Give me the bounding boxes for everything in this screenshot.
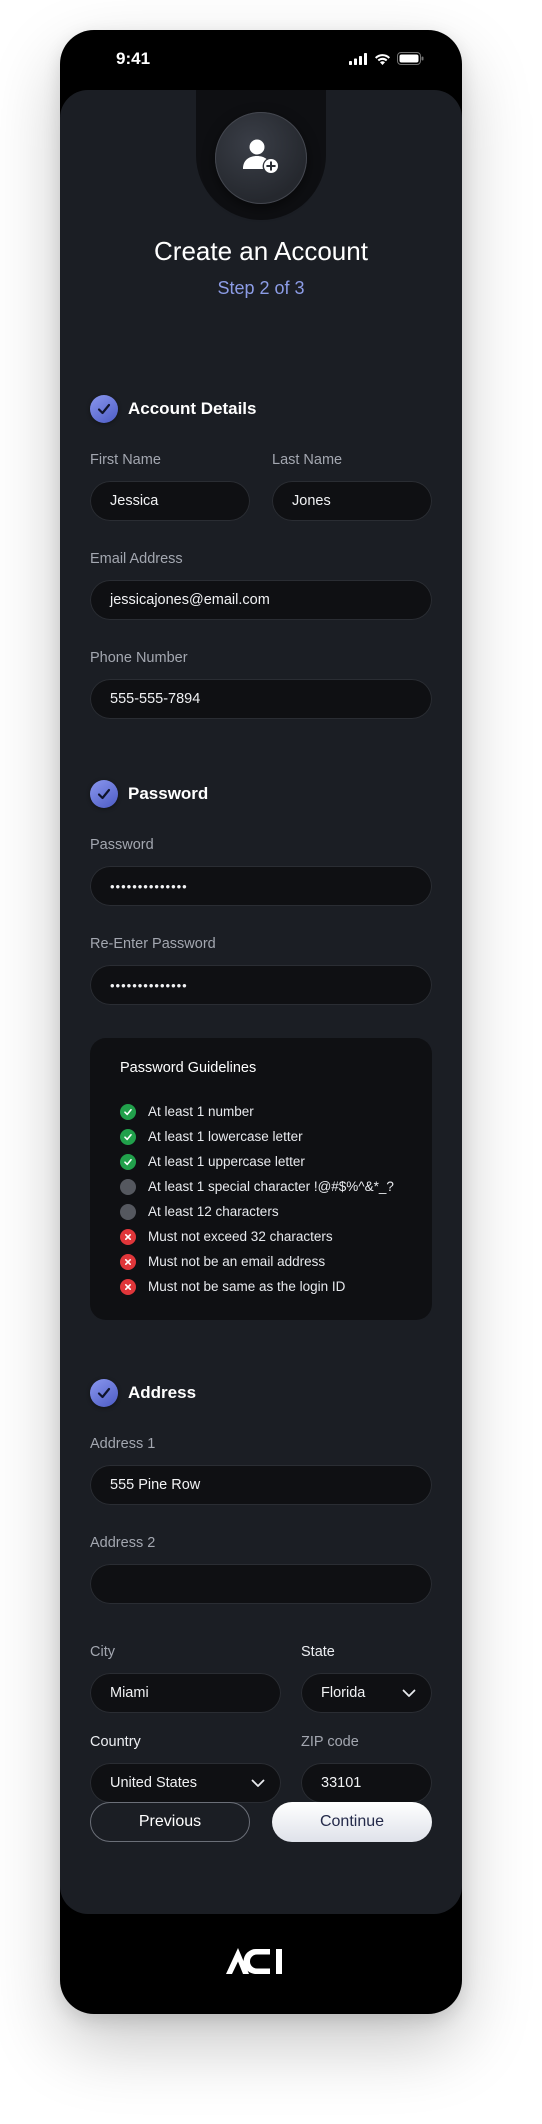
phone-input[interactable]: 555-555-7894: [90, 679, 432, 719]
guideline-item: At least 1 special character !@#$%^&*_?: [120, 1174, 394, 1199]
address2-input[interactable]: [90, 1564, 432, 1604]
address1-value: 555 Pine Row: [110, 1477, 201, 1493]
last-name-input[interactable]: Jones: [272, 481, 432, 521]
x-icon: [120, 1228, 136, 1245]
check-circle-icon: [90, 780, 118, 808]
city-input[interactable]: Miami: [90, 1673, 281, 1713]
status-time: 9:41: [116, 49, 151, 68]
email-input[interactable]: jessicajones@email.com: [90, 580, 432, 620]
phone-frame: 9:41 Create an Account Step 2 of 3 Accou…: [60, 30, 462, 2014]
section-account-details: Account Details: [90, 395, 256, 423]
check-icon: [120, 1153, 136, 1170]
guideline-text: At least 1 special character !@#$%^&*_?: [148, 1179, 394, 1194]
section-title-address: Address: [128, 1383, 197, 1402]
check-icon: [120, 1103, 136, 1120]
guideline-item: At least 1 number: [120, 1099, 394, 1124]
zip-label: ZIP code: [301, 1734, 359, 1750]
guideline-text: Must not be an email address: [148, 1254, 326, 1269]
country-select[interactable]: United States: [90, 1763, 281, 1803]
password-guidelines: Password Guidelines At least 1 number At …: [90, 1038, 432, 1320]
guideline-item: Must not exceed 32 characters: [120, 1224, 394, 1249]
password-input[interactable]: ••••••••••••••: [90, 866, 432, 906]
x-icon: [120, 1278, 136, 1295]
guideline-text: Must not be same as the login ID: [148, 1279, 346, 1294]
guideline-text: At least 12 characters: [148, 1204, 279, 1219]
email-label: Email Address: [90, 551, 183, 567]
section-address: Address: [90, 1379, 196, 1407]
zip-value: 33101: [321, 1775, 362, 1791]
reenter-password-label: Re-Enter Password: [90, 936, 216, 952]
guideline-text: At least 1 uppercase letter: [148, 1154, 305, 1169]
phone-label: Phone Number: [90, 650, 188, 666]
last-name-label: Last Name: [272, 452, 343, 468]
step-indicator: Step 2 of 3: [217, 278, 305, 298]
check-circle-icon: [90, 395, 118, 423]
guideline-item: At least 1 lowercase letter: [120, 1124, 394, 1149]
email-value: jessicajones@email.com: [110, 592, 270, 608]
pending-dot-icon: [120, 1178, 136, 1195]
guidelines-list: At least 1 number At least 1 lowercase le…: [120, 1099, 394, 1299]
guidelines-title: Password Guidelines: [120, 1060, 257, 1076]
chevron-down-icon: [402, 1689, 416, 1697]
state-select[interactable]: Florida: [301, 1673, 432, 1713]
section-title-account: Account Details: [128, 399, 257, 418]
guideline-item: Must not be same as the login ID: [120, 1274, 394, 1299]
guideline-text: At least 1 number: [148, 1104, 254, 1119]
last-name-value: Jones: [292, 493, 331, 509]
address1-label: Address 1: [90, 1436, 156, 1452]
reenter-password-input[interactable]: ••••••••••••••: [90, 965, 432, 1005]
first-name-value: Jessica: [110, 493, 159, 509]
address1-input[interactable]: 555 Pine Row: [90, 1465, 432, 1505]
country-label: Country: [90, 1734, 141, 1750]
section-password: Password: [90, 780, 208, 808]
city-value: Miami: [110, 1685, 149, 1701]
user-add-icon: [243, 139, 278, 173]
status-icons: [349, 52, 424, 65]
first-name-label: First Name: [90, 452, 161, 468]
guideline-item: At least 12 characters: [120, 1199, 394, 1224]
page-title: Create an Account: [154, 236, 368, 266]
state-label: State: [301, 1644, 335, 1660]
status-bar: 9:41: [60, 30, 462, 90]
check-icon: [120, 1128, 136, 1145]
guideline-item: Must not be an email address: [120, 1249, 394, 1274]
aci-logo: [226, 1948, 282, 1974]
check-circle-icon: [90, 1379, 118, 1407]
guideline-text: At least 1 lowercase letter: [148, 1129, 303, 1144]
address2-label: Address 2: [90, 1535, 156, 1551]
x-icon: [120, 1253, 136, 1270]
continue-button[interactable]: Continue: [272, 1802, 432, 1842]
state-value: Florida: [321, 1685, 366, 1701]
password-label: Password: [90, 837, 154, 853]
signal-icon: [349, 52, 367, 65]
pending-dot-icon: [120, 1203, 136, 1220]
previous-button[interactable]: Previous: [90, 1802, 250, 1842]
signup-screen: Create an Account Step 2 of 3 Account De…: [60, 90, 462, 1914]
first-name-input[interactable]: Jessica: [90, 481, 250, 521]
zip-input[interactable]: 33101: [301, 1763, 432, 1803]
section-title-password: Password: [128, 784, 209, 803]
country-value: United States: [110, 1775, 198, 1791]
password-value: ••••••••••••••: [110, 878, 188, 894]
reenter-password-value: ••••••••••••••: [110, 977, 188, 993]
guideline-text: Must not exceed 32 characters: [148, 1229, 333, 1244]
battery-icon: [397, 52, 424, 65]
avatar: [215, 112, 307, 204]
chevron-down-icon: [251, 1779, 265, 1787]
wifi-icon: [375, 53, 390, 65]
phone-value: 555-555-7894: [110, 691, 201, 707]
city-label: City: [90, 1644, 115, 1660]
guideline-item: At least 1 uppercase letter: [120, 1149, 394, 1174]
